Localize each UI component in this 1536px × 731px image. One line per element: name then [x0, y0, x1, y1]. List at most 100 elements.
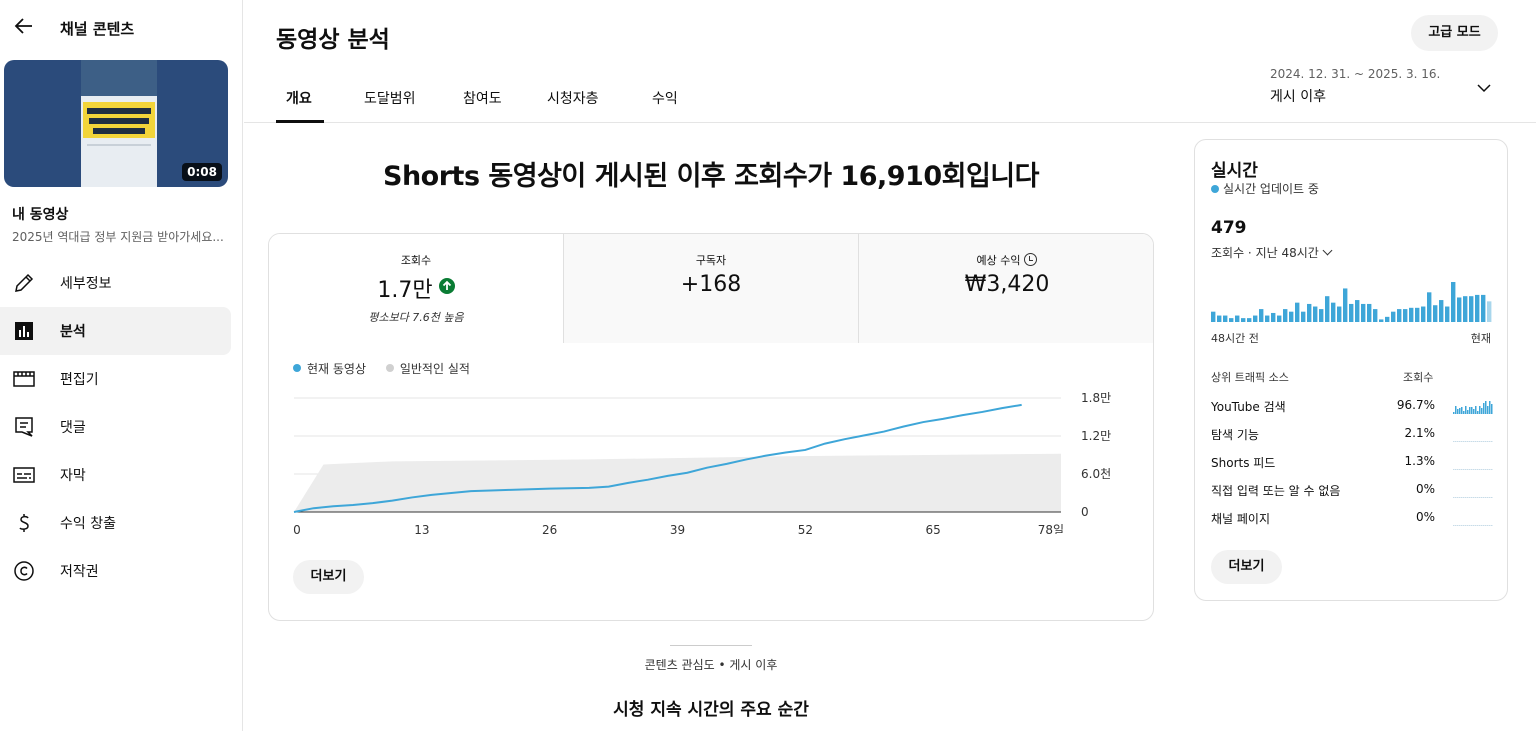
sparkline-bar — [1479, 406, 1481, 414]
content-interest-label: 콘텐츠 관심도 • 게시 이후 — [644, 658, 778, 672]
realtime-see-more-button[interactable]: 더보기 — [1211, 550, 1282, 584]
tab-overview[interactable]: 개요 — [286, 88, 312, 108]
sidebar-item-analytics[interactable]: 분석 — [0, 307, 231, 355]
sparkline-bar — [1453, 412, 1455, 414]
legend-dot-typical — [385, 364, 394, 372]
sidebar-item-editor[interactable]: 편집기 — [0, 355, 231, 403]
copyright-icon — [14, 561, 34, 581]
editor-icon — [13, 371, 35, 387]
sidebar-item-label: 자막 — [60, 468, 86, 484]
sparkline-bar — [1471, 525, 1473, 526]
sparkline-bar — [1459, 408, 1461, 414]
sparkline-bar — [1469, 469, 1471, 470]
sidebar-item-details[interactable]: 세부정보 — [0, 259, 231, 307]
sidebar-item-subtitles[interactable]: 자막 — [0, 451, 231, 499]
metric-estimated-revenue[interactable]: 예상 수익 ₩3,420 — [859, 234, 1153, 343]
pencil-icon — [15, 273, 34, 292]
tab-revenue[interactable]: 수익 — [652, 88, 678, 108]
sparkline-bar — [1459, 525, 1461, 526]
traffic-source-name: 채널 페이지 — [1211, 512, 1271, 526]
realtime-bar — [1409, 307, 1414, 322]
sparkline-bar — [1457, 497, 1459, 498]
back-arrow-icon[interactable] — [10, 12, 38, 40]
realtime-bar — [1355, 300, 1360, 322]
metric-label-text: 예상 수익 — [976, 254, 1021, 267]
sparkline-bar — [1469, 441, 1471, 442]
sparkline-bar — [1481, 441, 1483, 442]
realtime-metric-dropdown[interactable]: 조회수 · 지난 48시간 — [1211, 244, 1333, 261]
realtime-bar — [1373, 309, 1378, 322]
realtime-bar — [1469, 296, 1474, 322]
page-title: 동영상 분석 — [276, 27, 390, 53]
sparkline-bar — [1457, 441, 1459, 442]
sparkline-bar — [1485, 525, 1487, 526]
thumbnail-image — [81, 60, 157, 187]
sidebar-item-copyright[interactable]: 저작권 — [0, 547, 231, 595]
traffic-source-row: 직접 입력 또는 알 수 없음 0% — [1211, 480, 1493, 504]
see-more-button[interactable]: 더보기 — [293, 560, 364, 594]
sparkline-bar — [1457, 525, 1459, 526]
traffic-source-pct: 0% — [1415, 482, 1435, 496]
sparkline-bar — [1455, 406, 1457, 414]
tab-audience[interactable]: 시청자층 — [547, 88, 599, 108]
arrow-up-icon — [438, 278, 455, 294]
sparkline-bar — [1473, 525, 1475, 526]
sparkline-bar — [1479, 469, 1481, 470]
traffic-sparkline — [1453, 441, 1493, 442]
comments-icon — [15, 417, 33, 437]
sparkline-bar — [1459, 441, 1461, 442]
realtime-bar — [1337, 306, 1342, 322]
live-dot — [1211, 185, 1219, 193]
sparkline-bar — [1485, 401, 1487, 414]
x-tick-label: 26 — [542, 523, 557, 534]
x-tick-label: 52 — [798, 523, 813, 534]
sparkline-bar — [1477, 497, 1479, 498]
metric-label: 구독자 — [695, 254, 727, 267]
dollar-icon — [19, 514, 29, 532]
date-range-label[interactable]: 게시 이후 — [1270, 86, 1326, 106]
realtime-bar — [1445, 306, 1450, 322]
sparkline-bar — [1453, 441, 1455, 442]
sparkline-bar — [1487, 525, 1489, 526]
sparkline-bar — [1489, 441, 1491, 442]
realtime-bar-chart — [1211, 282, 1492, 322]
traffic-source-name: Shorts 피드 — [1211, 456, 1276, 470]
realtime-status-text: 실시간 업데이트 중 — [1223, 182, 1319, 196]
sparkline-bar — [1459, 497, 1461, 498]
metric-subscribers[interactable]: 구독자 +168 — [564, 234, 859, 343]
sparkline-bar — [1477, 525, 1479, 526]
chevron-down-icon[interactable] — [1474, 78, 1494, 98]
sparkline-bar — [1475, 441, 1477, 442]
traffic-source-name: 탐색 기능 — [1211, 428, 1259, 442]
sidebar-item-comments[interactable]: 댓글 — [0, 403, 231, 451]
sparkline-bar — [1465, 406, 1467, 414]
chevron-down-icon — [1322, 245, 1333, 256]
realtime-bar — [1463, 296, 1468, 322]
realtime-bar — [1229, 318, 1234, 322]
sparkline-bar — [1487, 469, 1489, 470]
realtime-bar — [1367, 303, 1372, 322]
realtime-bar — [1349, 303, 1354, 322]
metric-note: 평소보다 7.6천 높음 — [368, 311, 464, 324]
date-range[interactable]: 2024. 12. 31. ~ 2025. 3. 16. — [1270, 67, 1440, 81]
video-thumbnail[interactable]: 0:08 — [4, 60, 228, 187]
traffic-source-row: Shorts 피드 1.3% — [1211, 452, 1493, 476]
tab-reach[interactable]: 도달범위 — [364, 88, 416, 108]
realtime-bar — [1331, 302, 1336, 322]
realtime-bar — [1403, 309, 1408, 322]
tab-engagement[interactable]: 참여도 — [463, 88, 502, 108]
sparkline-bar — [1483, 469, 1485, 470]
realtime-bar — [1379, 319, 1384, 322]
sidebar-item-monetization[interactable]: 수익 창출 — [0, 499, 231, 547]
realtime-bar — [1259, 309, 1264, 322]
realtime-left-label: 48시간 전 — [1211, 332, 1259, 345]
advanced-mode-button[interactable]: 고급 모드 — [1411, 15, 1498, 51]
sparkline-bar — [1487, 497, 1489, 498]
realtime-bar — [1319, 309, 1324, 322]
sparkline-bar — [1457, 469, 1459, 470]
metric-views[interactable]: 조회수 1.7만 평소보다 7.6천 높음 — [269, 234, 564, 343]
metric-value: 1.7만 — [269, 272, 563, 304]
sparkline-bar — [1455, 497, 1457, 498]
realtime-bar — [1451, 282, 1456, 322]
y-tick-label: 6.0천 — [1081, 466, 1111, 481]
